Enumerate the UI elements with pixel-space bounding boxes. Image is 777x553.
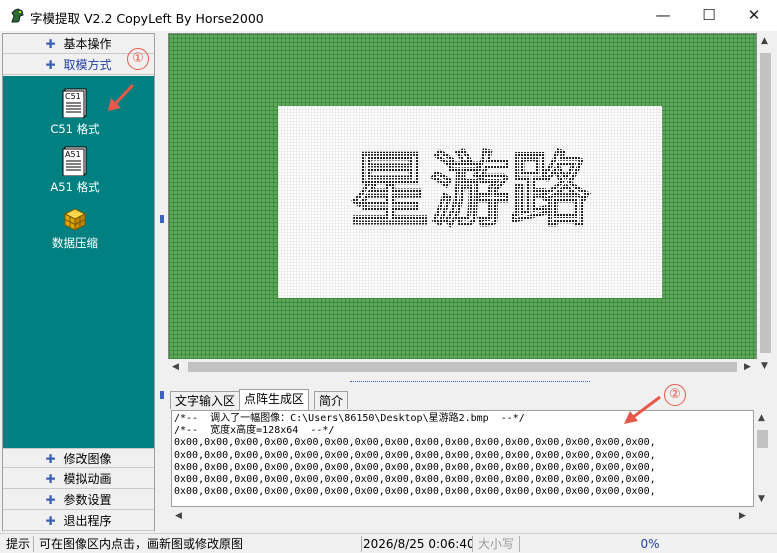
window-title: 字模提取 V2.2 CopyLeft By Horse2000	[30, 11, 264, 26]
title-bar: 字模提取 V2.2 CopyLeft By Horse2000 — ☐ ✕	[0, 0, 777, 31]
annotation-arrow-1-icon	[108, 83, 135, 111]
splitter-dots	[350, 381, 590, 382]
tool-a51-format[interactable]: A51 A51 格式	[35, 146, 115, 195]
nav-label: 模拟动画	[63, 472, 112, 486]
scroll-left-icon[interactable]: ◀	[175, 511, 182, 521]
tool-panel: C51 C51 格式 A51 A51 格式 数据压缩	[3, 76, 154, 448]
scroll-right-icon[interactable]: ▶	[739, 511, 746, 521]
plus-icon: ✚	[45, 493, 56, 507]
output-line: /*-- 调入了一幅图像：C:\Users\86150\Desktop\星游路2…	[174, 413, 525, 424]
nav-label: 修改图像	[63, 452, 112, 466]
tool-compress[interactable]: 数据压缩	[35, 206, 115, 251]
app-horse-icon	[11, 8, 24, 23]
scroll-up-icon[interactable]: ▲	[761, 36, 768, 46]
output-line: 0x00,0x00,0x00,0x00,0x00,0x00,0x00,0x00,…	[174, 449, 656, 461]
output-line: 0x00,0x00,0x00,0x00,0x00,0x00,0x00,0x00,…	[174, 474, 656, 486]
bitmap-image[interactable]: 星游路	[278, 106, 662, 298]
nav-label: 退出程序	[63, 514, 112, 528]
tool-label: A51 格式	[50, 180, 100, 194]
a51-icon-text: A51	[65, 150, 81, 159]
plus-icon: ✚	[45, 37, 56, 51]
nav-label: 基本操作	[63, 37, 112, 51]
bitmap-glyphs: 星游路	[348, 142, 592, 239]
nav-simulate-animation[interactable]: ✚ 模拟动画	[3, 469, 154, 489]
tab-dot-matrix[interactable]: 点阵生成区	[239, 389, 310, 410]
scroll-down-icon[interactable]: ▼	[758, 494, 765, 504]
canvas-horizontal-scrollbar[interactable]: ◀ ▶	[168, 359, 757, 375]
c51-icon-text: C51	[65, 92, 81, 101]
tab-intro[interactable]: 简介	[314, 391, 349, 409]
output-line: 0x00,0x00,0x00,0x00,0x00,0x00,0x00,0x00,…	[174, 461, 656, 473]
canvas-vertical-scrollbar[interactable]: ▲ ▼	[757, 33, 774, 375]
status-label: 提示	[2, 536, 34, 552]
nav-label: 取模方式	[63, 58, 112, 72]
minimize-button[interactable]: —	[640, 0, 686, 31]
output-line: 0x00,0x00,0x00,0x00,0x00,0x00,0x00,0x00,…	[174, 437, 656, 449]
scroll-up-icon[interactable]: ▲	[758, 413, 765, 423]
splitter-grip	[160, 391, 164, 399]
annotation-marker-1: ①	[127, 48, 149, 70]
status-bar: 提示 可在图像区内点击，画新图或修改原图 2026/8/25 0:06:40 大…	[0, 533, 777, 553]
c51-document-icon: C51	[62, 88, 87, 118]
status-progress: 0%	[640, 537, 660, 551]
status-caps: 大小写	[474, 536, 520, 552]
image-text: 星游路	[350, 144, 590, 237]
scroll-down-icon[interactable]: ▼	[761, 361, 768, 371]
status-hint: 可在图像区内点击，画新图或修改原图	[35, 536, 362, 552]
output-textarea[interactable]: /*-- 调入了一幅图像：C:\Users\86150\Desktop\星游路2…	[171, 410, 754, 507]
nav-label: 参数设置	[63, 493, 112, 507]
status-datetime: 2026/8/25 0:06:40	[363, 536, 473, 552]
plus-icon: ✚	[45, 58, 56, 72]
scroll-thumb[interactable]	[760, 53, 771, 353]
scroll-thumb[interactable]	[188, 362, 737, 372]
scroll-right-icon[interactable]: ▶	[744, 362, 751, 372]
plus-icon: ✚	[45, 514, 56, 528]
tool-label: C51 格式	[50, 122, 100, 136]
vertical-splitter[interactable]	[157, 33, 167, 531]
output-line: /*-- 宽度x高度=128x64 --*/	[174, 425, 335, 437]
splitter-grip	[160, 215, 164, 223]
tab-text-input[interactable]: 文字输入区	[170, 391, 241, 409]
compress-cube-icon	[63, 208, 87, 231]
tool-c51-format[interactable]: C51 C51 格式	[35, 88, 115, 137]
scroll-left-icon[interactable]: ◀	[172, 362, 179, 372]
nav-settings[interactable]: ✚ 参数设置	[3, 490, 154, 510]
output-horizontal-scrollbar[interactable]: ◀ ▶	[171, 507, 754, 524]
output-vertical-scrollbar[interactable]: ▲ ▼	[754, 410, 771, 507]
close-button[interactable]: ✕	[731, 0, 777, 31]
annotation-marker-2: ②	[664, 384, 686, 406]
nav-exit[interactable]: ✚ 退出程序	[3, 511, 154, 531]
tool-label: 数据压缩	[52, 236, 98, 250]
maximize-button[interactable]: ☐	[686, 0, 732, 31]
nav-edit-image[interactable]: ✚ 修改图像	[3, 448, 154, 468]
a51-document-icon: A51	[62, 146, 87, 176]
annotation-arrow-2-icon	[624, 395, 661, 424]
output-line: 0x00,0x00,0x00,0x00,0x00,0x00,0x00,0x00,…	[174, 486, 656, 498]
plus-icon: ✚	[45, 472, 56, 486]
scroll-thumb[interactable]	[757, 430, 768, 448]
plus-icon: ✚	[45, 452, 56, 466]
